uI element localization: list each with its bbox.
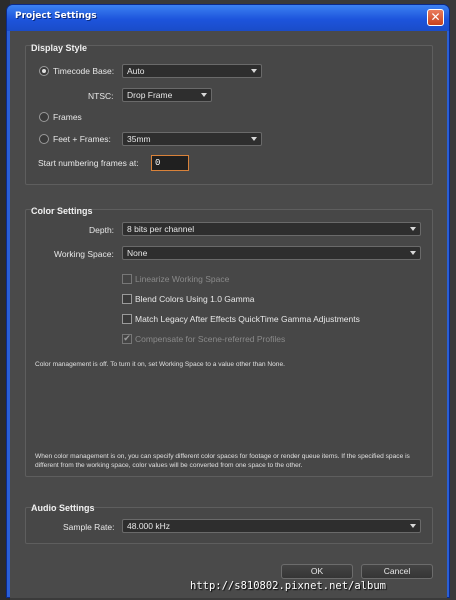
compensate-checkbox[interactable]: ✔ [122,334,132,344]
feet-frames-label: Feet + Frames: [53,134,111,144]
timecode-base-radio[interactable] [39,66,49,76]
feet-frames-value: 35mm [127,134,151,144]
ok-button[interactable]: OK [281,564,353,579]
start-numbering-input[interactable]: 0 [151,155,189,171]
color-management-on-note: When color management is on, you can spe… [35,453,410,469]
frames-radio[interactable] [39,112,49,122]
blend-colors-checkbox[interactable] [122,294,132,304]
start-numbering-label: Start numbering frames at: [38,158,139,168]
depth-label: Depth: [89,225,115,235]
frames-label: Frames [53,112,82,122]
timecode-base-dropdown[interactable]: Auto [122,64,262,78]
chevron-down-icon [410,524,416,528]
display-style-title: Display Style [31,43,88,53]
cancel-button[interactable]: Cancel [361,564,433,579]
sample-rate-label: Sample Rate: [63,522,115,532]
chevron-down-icon [251,137,257,141]
chevron-down-icon [410,251,416,255]
chevron-down-icon [201,93,207,97]
color-management-off-note: Color management is off. To turn it on, … [35,361,285,368]
watermark-text: http://s810802.pixnet.net/album [190,580,386,592]
color-settings-title: Color Settings [31,206,93,216]
close-icon: ✕ [430,10,441,24]
audio-settings-title: Audio Settings [31,503,95,513]
sample-rate-dropdown[interactable]: 48.000 kHz [122,519,421,533]
sample-rate-value: 48.000 kHz [127,521,170,531]
dialog-title: Project Settings [15,11,97,21]
linearize-label: Linearize Working Space [135,274,230,284]
timecode-base-value: Auto [127,66,145,76]
match-legacy-checkbox[interactable] [122,314,132,324]
ntsc-value: Drop Frame [127,90,173,100]
blend-colors-label: Blend Colors Using 1.0 Gamma [135,294,255,304]
feet-frames-radio[interactable] [39,134,49,144]
chevron-down-icon [251,69,257,73]
chevron-down-icon [410,227,416,231]
depth-dropdown[interactable]: 8 bits per channel [122,222,421,236]
compensate-label: Compensate for Scene-referred Profiles [135,334,286,344]
feet-frames-dropdown[interactable]: 35mm [122,132,262,146]
close-button[interactable]: ✕ [427,9,444,26]
linearize-checkbox[interactable] [122,274,132,284]
depth-value: 8 bits per channel [127,224,195,234]
match-legacy-label: Match Legacy After Effects QuickTime Gam… [135,314,360,324]
ntsc-label: NTSC: [88,91,114,101]
timecode-base-label: Timecode Base: [53,66,115,76]
ntsc-dropdown[interactable]: Drop Frame [122,88,212,102]
working-space-value: None [127,248,148,258]
checkmark-icon: ✔ [123,334,131,344]
working-space-dropdown[interactable]: None [122,246,421,260]
working-space-label: Working Space: [54,249,114,259]
